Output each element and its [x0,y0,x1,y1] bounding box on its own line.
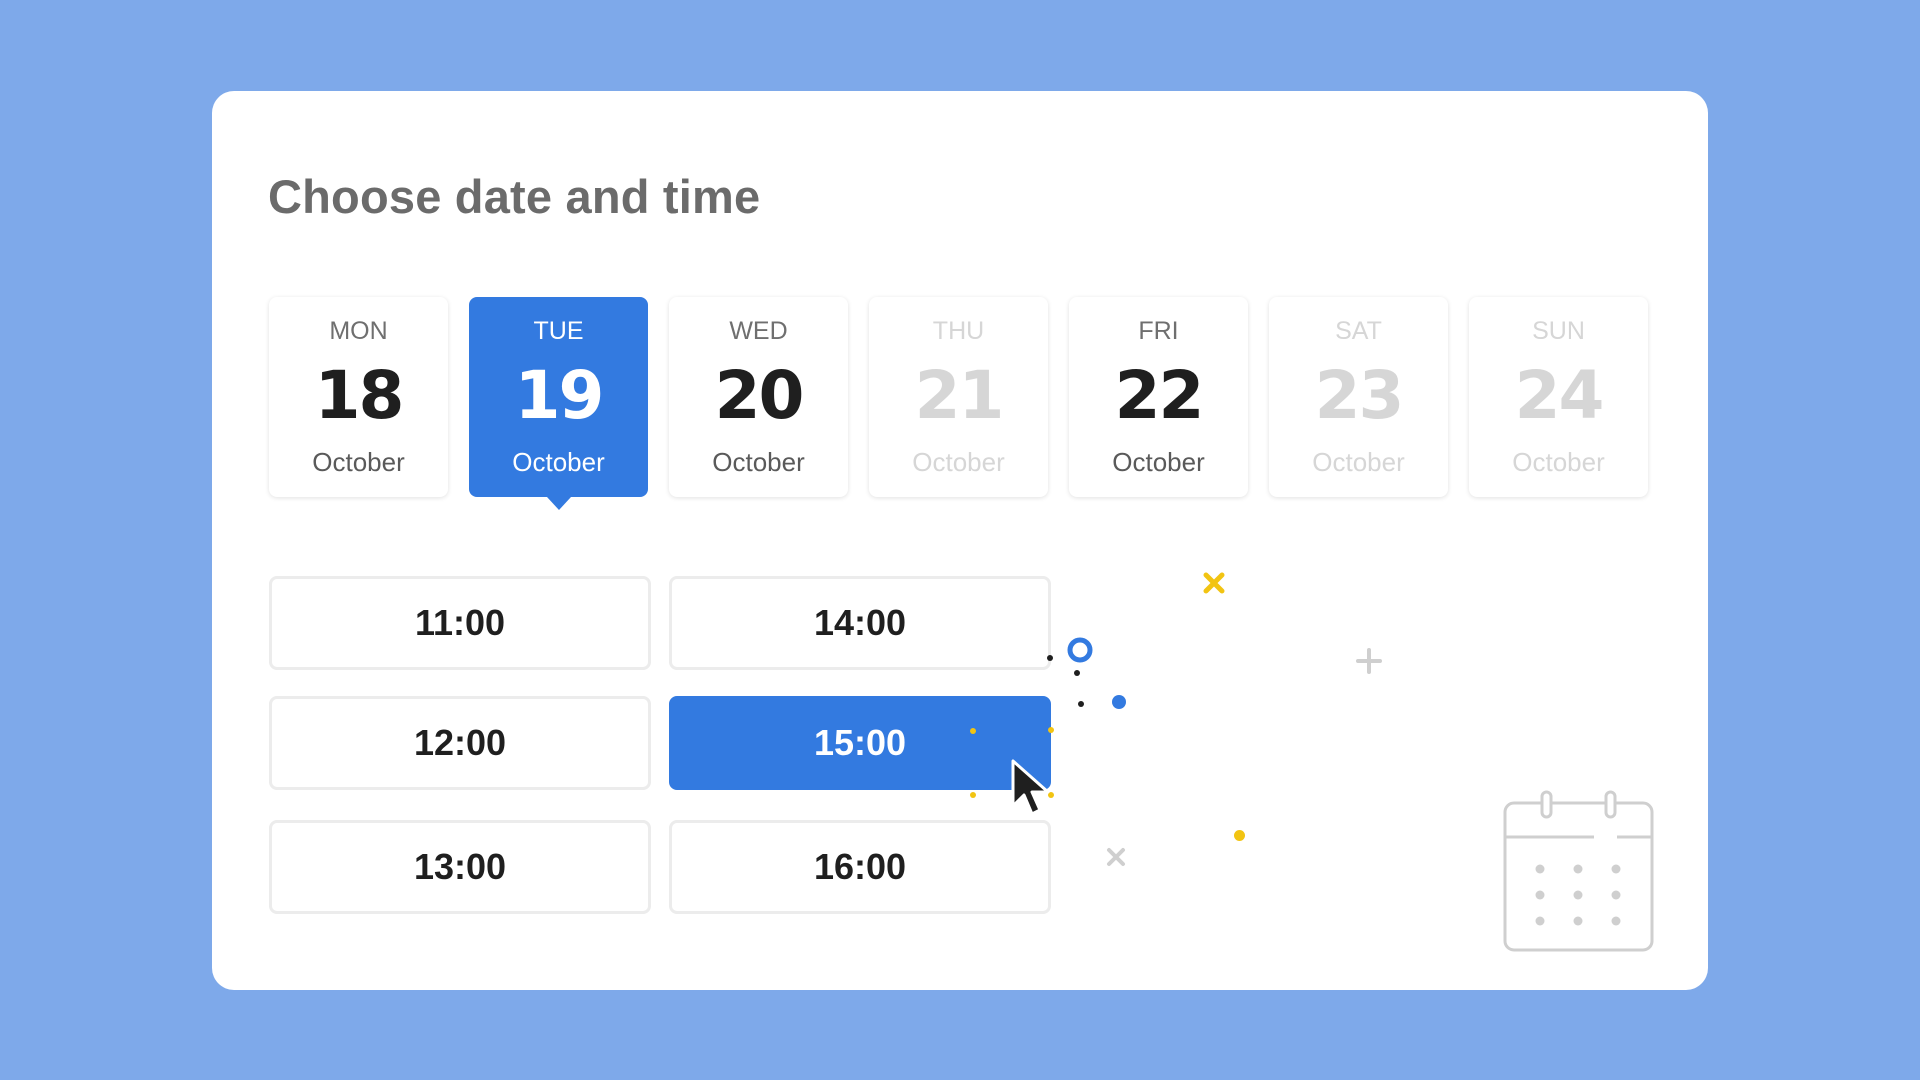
day-of-week: WED [729,317,788,345]
confetti-dot-blue [1112,695,1126,709]
time-slot-1200[interactable]: 12:00 [269,696,651,790]
confetti-ring-icon [1067,637,1093,663]
page-title: Choose date and time [268,170,761,223]
day-of-week: TUE [533,317,584,345]
day-number: 22 [1114,357,1205,434]
time-slot-1100[interactable]: 11:00 [269,576,651,670]
day-of-week: THU [932,317,985,345]
confetti-dot-yellow [1234,830,1245,841]
sparkle-dot-yellow [970,792,976,798]
confetti-dot-dark [1074,670,1080,676]
confetti-cross-gray-icon [1107,848,1125,866]
day-number: 20 [714,357,805,434]
confetti-dot-dark [1078,701,1084,707]
day-number: 19 [514,357,605,434]
day-month: October [312,447,405,477]
day-number: 21 [914,357,1005,434]
time-slot-1500[interactable]: 15:00 [669,696,1051,790]
day-month: October [512,447,605,477]
day-number: 24 [1514,357,1605,434]
mouse-pointer-icon [1011,759,1050,816]
day-card-sun: SUN 24 October [1469,297,1648,497]
calendar-icon [1503,790,1654,952]
day-card-thu: THU 21 October [869,297,1048,497]
time-slot-1600[interactable]: 16:00 [669,820,1051,914]
confetti-cross-yellow-icon [1203,572,1225,594]
day-month: October [1112,447,1205,477]
day-of-week: FRI [1138,317,1179,345]
day-month: October [712,447,805,477]
date-time-picker-card: Choose date and time MON 18 October TUE … [212,91,1708,990]
day-number: 18 [314,357,405,434]
sparkle-dot-yellow [1048,727,1054,733]
time-slot-1400[interactable]: 14:00 [669,576,1051,670]
sparkle-dot-yellow [970,728,976,734]
day-card-fri[interactable]: FRI 22 October [1069,297,1248,497]
day-number: 23 [1314,357,1405,434]
day-month: October [912,447,1005,477]
day-of-week: SAT [1335,317,1382,345]
day-of-week: MON [329,317,388,345]
time-slot-1300[interactable]: 13:00 [269,820,651,914]
day-card-tue[interactable]: TUE 19 October [469,297,648,510]
day-card-sat: SAT 23 October [1269,297,1448,497]
day-month: October [1312,447,1405,477]
day-month: October [1512,447,1605,477]
confetti-dot-dark [1047,655,1053,661]
confetti-plus-icon [1356,648,1382,674]
day-card-mon[interactable]: MON 18 October [269,297,448,497]
day-of-week: SUN [1532,317,1585,345]
day-card-wed[interactable]: WED 20 October [669,297,848,497]
